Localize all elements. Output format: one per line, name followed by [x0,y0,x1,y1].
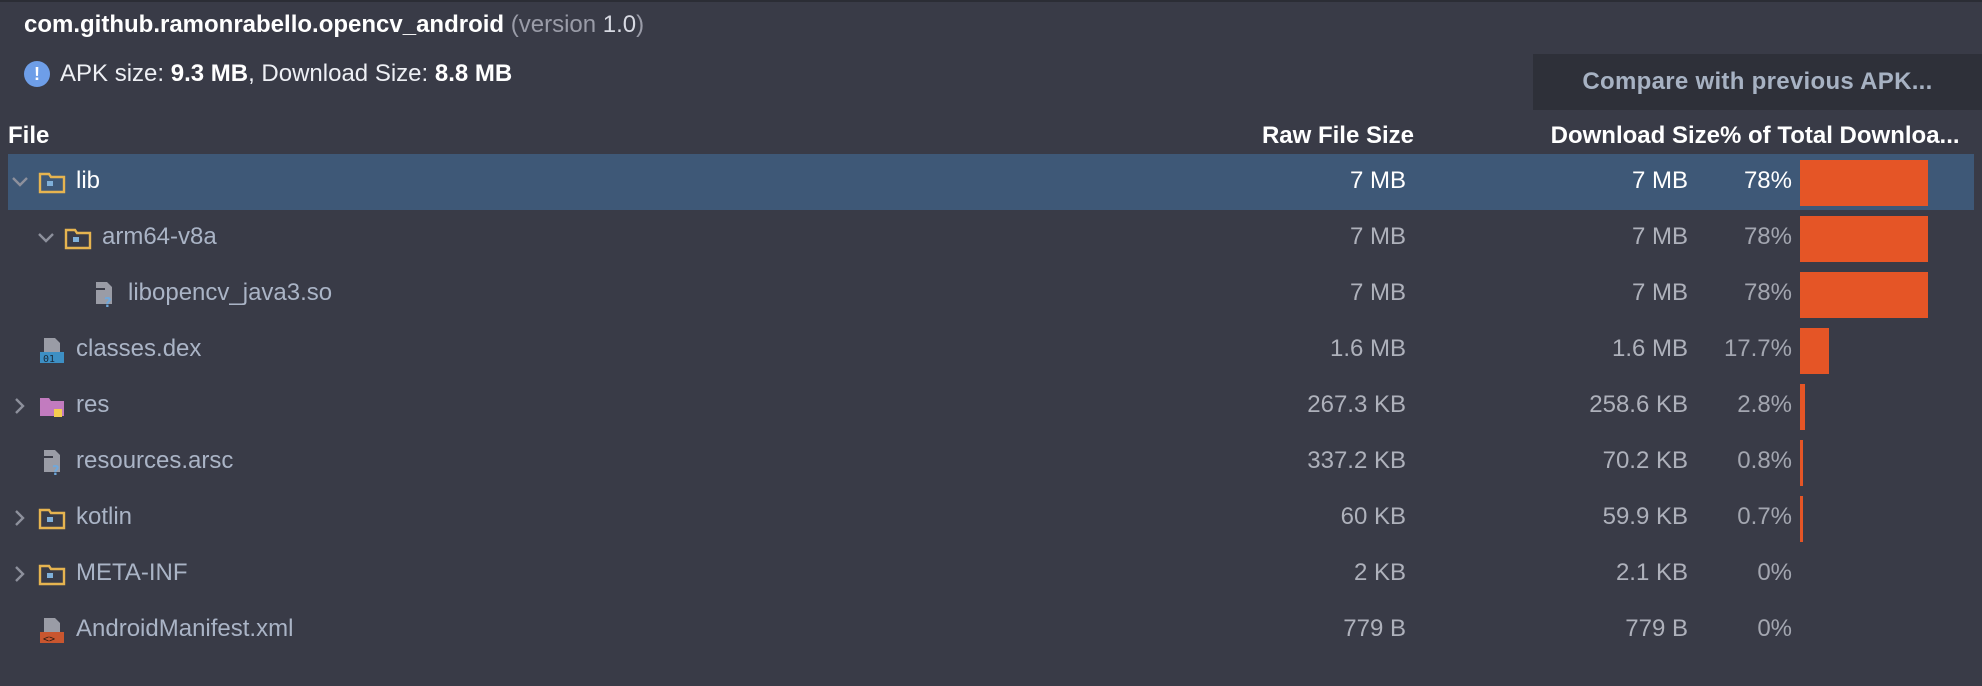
version-prefix: (version [510,11,603,38]
percent-of-total: 78% [1743,167,1792,194]
file-name: classes.dex [76,335,202,362]
tree-row[interactable]: arm64-v8a 7 MB 7 MB 78% [0,210,1982,266]
raw-file-size: 7 MB [1349,223,1406,250]
top-border [0,0,1982,2]
raw-file-size: 2 KB [1353,559,1406,586]
size-summary: ! APK size: 9.3 MB, Download Size: 8.8 M… [24,58,512,90]
download-size: 779 B [1625,615,1688,642]
chevron-right-icon[interactable] [8,506,32,530]
svg-text:<>: <> [43,634,55,644]
percent-of-total: 78% [1743,223,1792,250]
download-size: 70.2 KB [1602,447,1688,474]
percent-bar [1800,384,1805,430]
download-size: 7 MB [1631,279,1688,306]
tree-row[interactable]: <> AndroidManifest.xml 779 B 779 B 0% [0,602,1982,658]
download-size: 1.6 MB [1611,335,1688,362]
compare-previous-apk-button[interactable]: Compare with previous APK... [1533,54,1982,110]
raw-file-size: 779 B [1343,615,1406,642]
raw-file-size: 60 KB [1340,503,1406,530]
download-size: 2.1 KB [1615,559,1688,586]
unknown-file-icon: ? [38,448,66,479]
chevron-down-icon[interactable] [8,170,32,194]
raw-file-size: 267.3 KB [1307,391,1406,418]
percent-bar [1800,440,1803,486]
percent-of-total: 2.8% [1737,391,1792,418]
tree-row[interactable]: 01 classes.dex 1.6 MB 1.6 MB 17.7% [0,322,1982,378]
raw-file-size: 337.2 KB [1307,447,1406,474]
column-header-raw-size[interactable]: Raw File Size [1262,122,1414,150]
file-name: META-INF [76,559,188,586]
file-name: kotlin [76,503,133,530]
tree-row[interactable]: META-INF 2 KB 2.1 KB 0% [0,546,1982,602]
file-name: arm64-v8a [102,223,217,250]
tree-row[interactable]: ? resources.arsc 337.2 KB 70.2 KB 0.8% [0,434,1982,490]
percent-bar [1800,328,1829,374]
folder-icon [38,504,66,532]
file-name: res [76,391,110,418]
column-header-percent[interactable]: % of Total Downloa... [1720,122,1978,150]
tree-row[interactable]: ? libopencv_java3.so 7 MB 7 MB 78% [0,266,1982,322]
apk-size-value: 9.3 MB [170,60,249,87]
file-name: AndroidManifest.xml [76,615,294,642]
download-size-value: 8.8 MB [434,60,513,87]
raw-file-size: 1.6 MB [1329,335,1406,362]
file-name: lib [76,167,101,194]
package-title: com.github.ramonrabello.opencv_android (… [24,10,644,40]
percent-bar [1800,496,1803,542]
percent-of-total: 17.7% [1723,335,1792,362]
folder-icon [38,168,66,196]
download-size: 7 MB [1631,167,1688,194]
package-name: com.github.ramonrabello.opencv_android [24,11,505,38]
download-size: 7 MB [1631,223,1688,250]
tree-row[interactable]: res 267.3 KB 258.6 KB 2.8% [0,378,1982,434]
tree-row[interactable]: lib 7 MB 7 MB 78% [8,154,1974,210]
xml-file-icon: <> [38,616,66,645]
svg-text:01: 01 [43,354,55,364]
tree-row[interactable]: kotlin 60 KB 59.9 KB 0.7% [0,490,1982,546]
file-name: resources.arsc [76,447,234,474]
column-header-download-size[interactable]: Download Size [1551,122,1720,150]
percent-bar [1800,160,1928,206]
percent-bar [1800,216,1928,262]
folder-icon [38,560,66,588]
chevron-down-icon[interactable] [34,226,58,250]
chevron-right-icon[interactable] [8,562,32,586]
percent-of-total: 0.7% [1737,503,1792,530]
raw-file-size: 7 MB [1349,167,1406,194]
percent-of-total: 78% [1743,279,1792,306]
percent-of-total: 0% [1757,615,1792,642]
unknown-file-icon: ? [90,280,118,311]
info-icon: ! [24,61,50,87]
percent-bar [1800,272,1928,318]
file-name: libopencv_java3.so [128,279,333,306]
folder-icon [64,224,92,252]
svg-text:?: ? [104,296,112,308]
download-size-label: , Download Size: [248,60,435,87]
column-header-file[interactable]: File [8,122,49,150]
version-suffix: ) [636,11,645,38]
table-header: File Raw File Size Download Size % of To… [0,120,1982,152]
download-size: 59.9 KB [1602,503,1688,530]
apk-size-label: APK size: [60,60,171,87]
chevron-right-icon[interactable] [8,394,32,418]
svg-text:?: ? [52,464,60,476]
dex-file-icon: 01 [38,336,66,365]
download-size: 258.6 KB [1589,391,1688,418]
percent-of-total: 0% [1757,559,1792,586]
percent-of-total: 0.8% [1737,447,1792,474]
version-number: 1.0 [602,11,637,38]
resource-folder-icon [38,392,66,420]
raw-file-size: 7 MB [1349,279,1406,306]
